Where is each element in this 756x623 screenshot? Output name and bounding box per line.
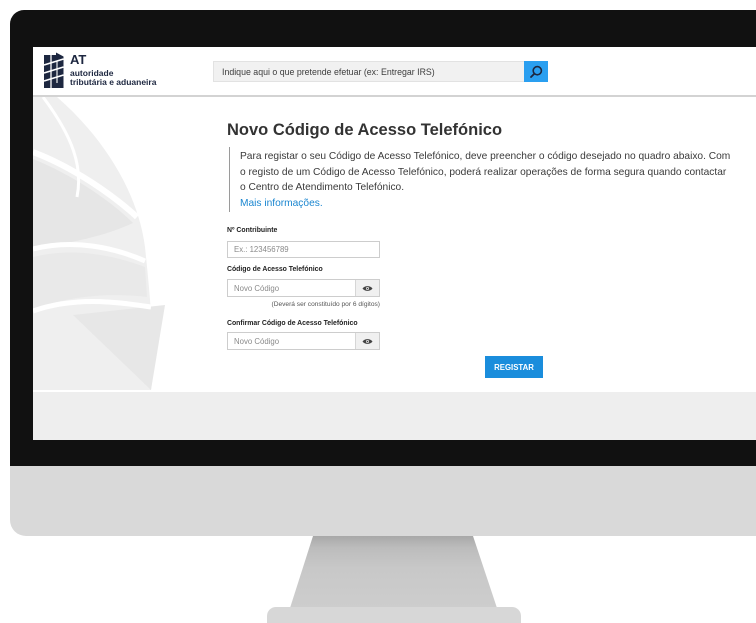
nif-label: Nº Contribuinte <box>227 227 278 234</box>
intro-paragraph: Para registar o seu Código de Acesso Tel… <box>229 147 749 213</box>
eye-icon <box>362 285 373 291</box>
confirm-code-label: Confirmar Código de Acesso Telefónico <box>227 320 358 327</box>
show-code-toggle[interactable] <box>355 280 379 296</box>
code-field <box>227 279 380 297</box>
logo-text-line2: tributária e aduaneira <box>70 77 157 87</box>
site-footer <box>33 392 756 440</box>
search-button[interactable] <box>524 61 548 82</box>
more-info-row: Mais informações. <box>240 196 749 212</box>
monitor-screen: AT autoridade tributária e aduaneira Ind… <box>33 47 756 440</box>
monitor-chin <box>10 466 756 536</box>
logo[interactable]: AT autoridade tributária e aduaneira <box>41 51 211 91</box>
more-info-link[interactable]: Mais informações. <box>240 198 323 209</box>
page-title: Novo Código de Acesso Telefónico <box>227 121 503 139</box>
confirm-code-field <box>227 332 380 350</box>
search-input[interactable] <box>214 62 522 81</box>
code-input[interactable] <box>228 280 355 296</box>
intro-line: Para registar o seu Código de Acesso Tel… <box>240 151 731 162</box>
intro-line: o registo de um Código de Acesso Telefón… <box>240 166 727 178</box>
monitor-stand-neck <box>290 536 497 608</box>
show-confirm-code-toggle[interactable] <box>355 333 379 349</box>
search-icon <box>530 65 543 78</box>
confirm-code-input[interactable] <box>228 333 355 349</box>
nif-field <box>227 241 380 258</box>
intro-line: o Centro de Atendimento Telefónico. <box>240 182 405 194</box>
logo-abbreviation: AT <box>70 52 87 67</box>
search-bar <box>213 61 548 82</box>
background-emblem <box>33 97 165 390</box>
at-emblem-icon <box>43 52 64 88</box>
code-label: Código de Acesso Telefónico <box>227 266 323 273</box>
site-header: AT autoridade tributária e aduaneira <box>33 47 756 97</box>
code-hint: (Deverá ser constituído por 6 dígitos) <box>271 301 380 308</box>
eye-icon <box>362 338 373 344</box>
nif-input[interactable] <box>228 242 379 257</box>
page-stage: AT autoridade tributária e aduaneira Ind… <box>0 0 756 623</box>
register-button[interactable]: REGISTAR <box>485 356 543 378</box>
monitor-stand-base <box>267 607 521 623</box>
